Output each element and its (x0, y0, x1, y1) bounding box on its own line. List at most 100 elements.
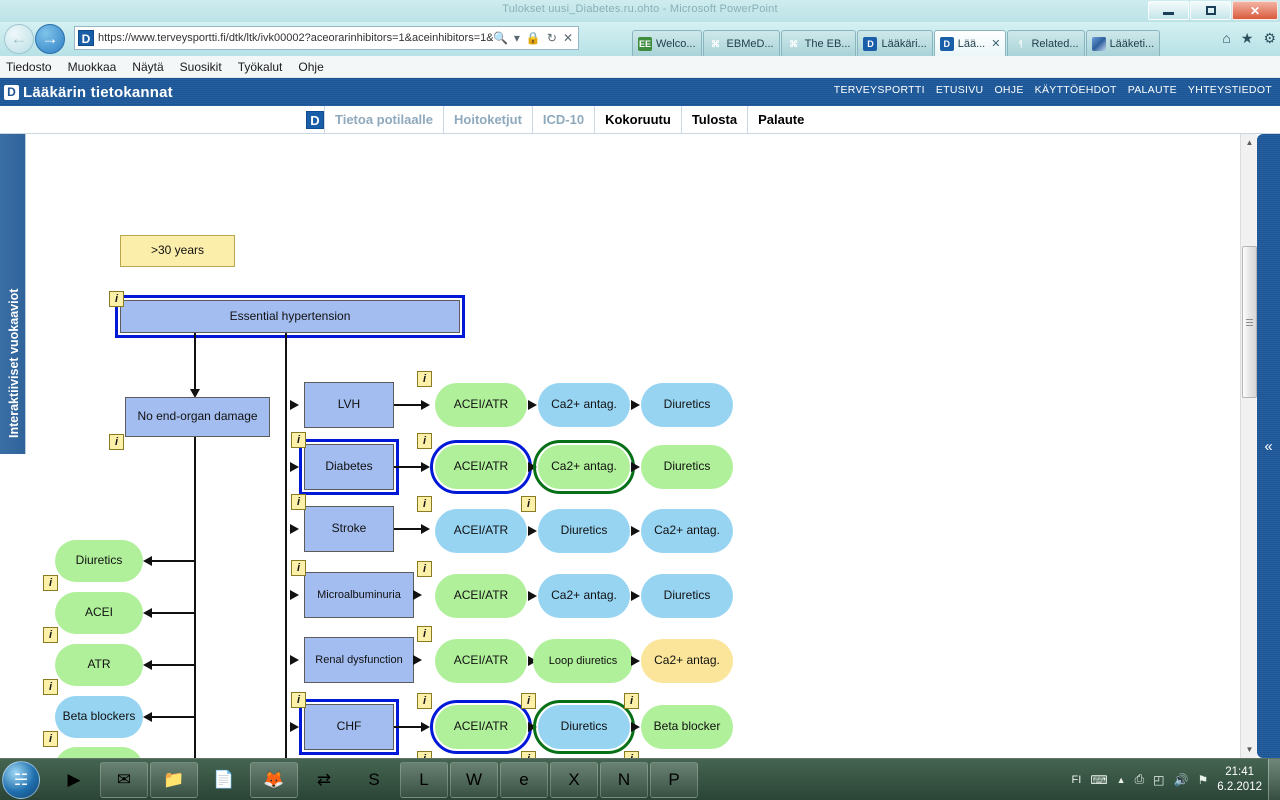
flow-node-left-ca-antag[interactable]: Ca2+ antag. (55, 747, 143, 758)
info-badge-icon[interactable]: i (624, 693, 639, 709)
menu-item-tyokalut[interactable]: Työkalut (238, 60, 283, 74)
collapse-panel-button[interactable]: « (1257, 134, 1280, 758)
menu-item-nayta[interactable]: Näytä (132, 60, 163, 74)
taskbar-powerpoint-icon[interactable]: P (650, 761, 698, 798)
flow-node-condition-chf[interactable]: CHF (299, 699, 399, 755)
info-badge-icon[interactable]: i (417, 626, 432, 642)
minimize-button[interactable] (1148, 1, 1189, 20)
action-center-flag-icon[interactable]: ⚑ (1197, 773, 1208, 787)
info-badge-icon[interactable]: i (417, 561, 432, 577)
scroll-up-arrow-icon[interactable]: ▲ (1241, 134, 1258, 151)
browser-tab-ebmed[interactable]: ⌘ EBMeD... (702, 30, 780, 56)
browser-tab-active-laa[interactable]: D Lää... ✕ (933, 30, 1007, 56)
scrollbar-thumb[interactable] (1242, 246, 1257, 398)
info-badge-icon[interactable]: i (521, 496, 536, 512)
info-badge-icon[interactable]: i (43, 575, 58, 591)
taskbar-internet-explorer-icon[interactable]: e (500, 761, 548, 798)
home-icon[interactable]: ⌂ (1222, 30, 1230, 47)
menu-item-suosikit[interactable]: Suosikit (180, 60, 222, 74)
tab-icd-10[interactable]: ICD-10 (531, 106, 594, 133)
flow-node-drug-1-3[interactable]: Diuretics (641, 383, 733, 427)
taskbar-skype-icon[interactable]: S (350, 762, 398, 798)
flow-node-drug-5-3[interactable]: Ca2+ antag. (641, 639, 733, 683)
flow-node-drug-2-2[interactable]: Ca2+ antag. (533, 440, 635, 494)
info-badge-icon[interactable]: i (109, 434, 124, 450)
flow-node-left-diuretics[interactable]: Diuretics (55, 540, 143, 582)
browser-tab-laaketi[interactable]: Lääketi... (1085, 30, 1161, 56)
flow-node-drug-4-2[interactable]: Ca2+ antag. (538, 574, 630, 618)
taskbar-excel-icon[interactable]: X (550, 761, 598, 798)
address-bar[interactable]: D https://www.terveysportti.fi/dtk/ltk/i… (74, 26, 579, 50)
info-badge-icon[interactable]: i (291, 560, 306, 576)
flow-node-drug-3-1[interactable]: ACEI/ATR (435, 509, 527, 553)
info-badge-icon[interactable]: i (417, 693, 432, 709)
language-indicator[interactable]: FI (1072, 774, 1082, 786)
nav-palaute[interactable]: PALAUTE (1128, 84, 1177, 96)
browser-tab-welcome[interactable]: EE Welco... (632, 30, 702, 56)
flow-node-drug-1-2[interactable]: Ca2+ antag. (538, 383, 630, 427)
show-desktop-button[interactable] (1268, 758, 1280, 800)
tab-palaute[interactable]: Palaute (747, 106, 814, 133)
info-badge-icon[interactable]: i (291, 692, 306, 708)
volume-icon[interactable]: 🔊 (1174, 773, 1189, 787)
flow-node-condition-stroke[interactable]: Stroke (304, 506, 394, 552)
keyboard-icon[interactable]: ⌨ (1090, 773, 1107, 787)
info-badge-icon[interactable]: i (43, 627, 58, 643)
flow-node-drug-6-1[interactable]: ACEI/ATR (430, 700, 532, 754)
flow-node-no-end-organ-damage[interactable]: No end-organ damage (125, 397, 270, 437)
nav-etusivu[interactable]: ETUSIVU (936, 84, 984, 96)
flow-node-left-atr[interactable]: ATR (55, 644, 143, 686)
scroll-down-arrow-icon[interactable]: ▼ (1241, 741, 1258, 758)
flow-node-drug-5-2[interactable]: Loop diuretics (533, 639, 633, 683)
info-badge-icon[interactable]: i (109, 291, 124, 307)
taskbar-windows-explorer-icon[interactable]: 📁 (150, 761, 198, 798)
tab-tulosta[interactable]: Tulosta (680, 106, 747, 133)
search-icon[interactable]: 🔍 (493, 31, 508, 45)
tab-tietoa-potilaalle[interactable]: Tietoa potilaalle (324, 106, 443, 133)
info-badge-icon[interactable]: i (291, 494, 306, 510)
info-badge-icon[interactable]: i (521, 693, 536, 709)
info-badge-icon[interactable]: i (417, 751, 432, 758)
flow-node-left-acei[interactable]: ACEI (55, 592, 143, 634)
show-hidden-icons-icon[interactable]: ▲ (1117, 775, 1126, 785)
menu-item-tiedosto[interactable]: Tiedosto (6, 60, 52, 74)
favorites-star-icon[interactable]: ★ (1241, 30, 1254, 47)
taskbar-firefox-icon[interactable]: 🦊 (250, 761, 298, 798)
flow-node-essential-hypertension[interactable]: Essential hypertension (115, 295, 465, 338)
info-badge-icon[interactable]: i (624, 751, 639, 758)
flow-node-condition-microalbuminuria[interactable]: Microalbuminuria (304, 572, 414, 618)
info-badge-icon[interactable]: i (417, 371, 432, 387)
start-button[interactable]: ☵ (2, 760, 40, 799)
nav-yhteystiedot[interactable]: YHTEYSTIEDOT (1188, 84, 1272, 96)
browser-tab-the-eb[interactable]: ⌘ The EB... (780, 30, 857, 56)
info-badge-icon[interactable]: i (417, 433, 432, 449)
flow-node-drug-6-3[interactable]: Beta blocker (641, 705, 733, 749)
network-warning-icon[interactable]: ◰ (1153, 773, 1164, 787)
taskbar-windows-media-player-icon[interactable]: ▶ (50, 762, 98, 798)
info-badge-icon[interactable]: i (521, 751, 536, 758)
menu-item-muokkaa[interactable]: Muokkaa (68, 60, 117, 74)
flow-node-age-note[interactable]: >30 years (120, 235, 235, 267)
flow-node-drug-1-1[interactable]: ACEI/ATR (435, 383, 527, 427)
close-button[interactable]: ✕ (1232, 1, 1278, 20)
flow-node-drug-5-1[interactable]: ACEI/ATR (435, 639, 527, 683)
flow-node-condition-lvh[interactable]: LVH (304, 382, 394, 428)
nav-terveysportti[interactable]: TERVEYSPORTTI (834, 84, 925, 96)
browser-tab-laakari[interactable]: D Lääkäri... (857, 30, 933, 56)
taskbar-lync-icon[interactable]: L (400, 761, 448, 798)
back-button[interactable]: ← (4, 24, 34, 54)
maximize-restore-button[interactable] (1190, 1, 1231, 20)
taskbar-outlook-icon[interactable]: ✉ (100, 761, 148, 798)
settings-gear-icon[interactable]: ⚙ (1263, 30, 1276, 47)
flow-node-condition-renal-dysfunction[interactable]: Renal dysfunction (304, 637, 414, 683)
removable-media-icon[interactable]: ⎙ (1135, 772, 1145, 787)
tab-kokoruutu[interactable]: Kokoruutu (594, 106, 681, 133)
browser-tab-related[interactable]: ᛩ Related... (1007, 30, 1085, 56)
page-vertical-scrollbar[interactable]: ▲ ▼ (1240, 134, 1257, 758)
nav-kayttoehdot[interactable]: KÄYTTÖEHDOT (1035, 84, 1117, 96)
flow-node-drug-3-3[interactable]: Ca2+ antag. (641, 509, 733, 553)
menu-item-ohje[interactable]: Ohje (298, 60, 323, 74)
stop-close-icon[interactable]: ✕ (563, 31, 573, 45)
taskbar-teamviewer-icon[interactable]: ⇄ (300, 762, 348, 798)
info-badge-icon[interactable]: i (291, 432, 306, 448)
